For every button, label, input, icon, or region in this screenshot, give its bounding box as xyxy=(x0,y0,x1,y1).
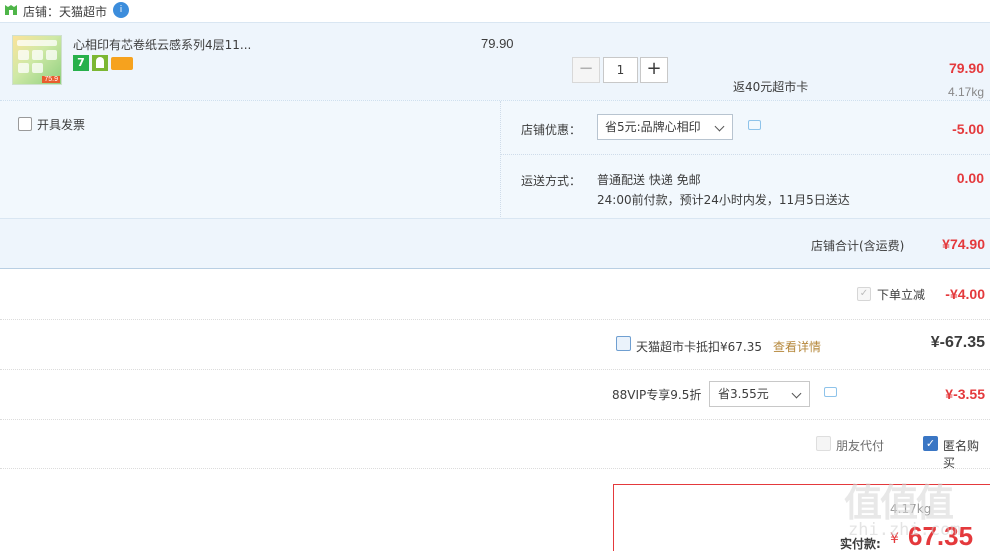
shop-discount-amount: -5.00 xyxy=(952,121,984,137)
friend-pay-label[interactable]: 朋友代付 xyxy=(836,437,884,454)
product-title-link[interactable]: 心相印有芯卷纸云感系列4层11... xyxy=(73,36,251,53)
shipping-fee: 0.00 xyxy=(956,170,984,186)
product-thumbnail[interactable]: 75.9 xyxy=(12,35,62,85)
instant-discount-amount: -¥4.00 xyxy=(945,286,985,302)
unit-price: 79.90 xyxy=(481,36,514,51)
promo-note: 返40元超市卡 xyxy=(733,80,809,94)
view-details-link[interactable]: 查看详情 xyxy=(773,338,821,355)
shop-discount-label: 店铺优惠： xyxy=(521,123,582,137)
quantity-decrease-button[interactable]: − xyxy=(572,57,600,83)
options-divider xyxy=(500,101,501,219)
cart-item-row: 75.9 心相印有芯卷纸云感系列4层11... 7 79.90 − 1 + 返4… xyxy=(0,22,990,100)
supermarket-card-checkbox[interactable] xyxy=(616,336,631,351)
shop-discount-select[interactable]: 省5元:品牌心相印 xyxy=(597,114,733,140)
invoice-checkbox[interactable] xyxy=(18,117,32,131)
shop-subtotal-row: 店铺合计(含运费) ¥74.90 xyxy=(0,218,990,269)
shipping-method-label: 运送方式： xyxy=(521,174,582,188)
instant-discount-checkbox[interactable]: ✓ xyxy=(857,287,871,301)
shipping-method: 普通配送 快递 免邮 xyxy=(597,173,701,187)
supermarket-card-label[interactable]: 天猫超市卡抵扣¥67.35 xyxy=(636,338,762,355)
invoice-label[interactable]: 开具发票 xyxy=(37,116,85,133)
vip-discount-select[interactable]: 省3.55元 xyxy=(709,381,810,407)
vip-discount-label: 88VIP专享9.5折 xyxy=(612,388,702,402)
friend-pay-checkbox[interactable] xyxy=(816,436,831,451)
chevron-down-icon xyxy=(791,388,802,399)
total-weight: 4.17kg xyxy=(890,502,932,516)
shop-info-badge-icon[interactable]: i xyxy=(113,2,129,18)
shop-subtotal-amount: ¥74.90 xyxy=(942,236,985,252)
seven-day-return-icon[interactable]: 7 xyxy=(73,55,89,71)
thumbnail-price-badge: 75.9 xyxy=(42,76,60,83)
item-total-price: 79.90 xyxy=(948,60,984,76)
chat-icon[interactable] xyxy=(748,120,761,130)
item-weight: 4.17kg xyxy=(947,85,984,99)
supermarket-card-icon[interactable] xyxy=(111,57,133,70)
row-divider xyxy=(0,419,990,420)
shop-name[interactable]: 店铺：天猫超市 xyxy=(23,3,107,20)
vip-discount-amount: ¥-3.55 xyxy=(945,386,985,402)
android-icon[interactable] xyxy=(92,55,108,71)
anonymous-purchase-label[interactable]: 匿名购买 xyxy=(943,437,990,471)
order-options-block: 开具发票 店铺优惠： 省5元:品牌心相印 -5.00 运送方式： 普通配送 快递… xyxy=(0,100,990,219)
row-divider xyxy=(0,468,990,469)
supermarket-card-amount: ¥-67.35 xyxy=(930,334,985,351)
shop-header: 店铺：天猫超市 i xyxy=(0,0,990,22)
delivery-estimate: 24:00前付款，预计24小时内发，11月5日送达 xyxy=(597,193,850,207)
shop-store-icon xyxy=(5,5,17,15)
anonymous-purchase-checkbox[interactable]: ✓ xyxy=(923,436,938,451)
quantity-input[interactable]: 1 xyxy=(603,57,638,83)
payment-currency: ¥ xyxy=(890,531,899,547)
vip-discount-selected-value: 省3.55元 xyxy=(718,387,769,401)
shop-subtotal-label: 店铺合计(含运费) xyxy=(811,239,905,253)
shop-discount-selected-value: 省5元:品牌心相印 xyxy=(605,120,701,134)
options-separator xyxy=(500,154,990,155)
row-divider xyxy=(0,319,990,320)
chevron-down-icon xyxy=(714,121,725,132)
actual-payment-amount: 67.35 xyxy=(908,521,974,551)
quantity-increase-button[interactable]: + xyxy=(640,57,668,83)
row-divider xyxy=(0,369,990,370)
actual-payment-label: 实付款: xyxy=(840,537,881,551)
chat-icon[interactable] xyxy=(824,387,837,397)
product-service-tags: 7 xyxy=(73,55,133,71)
instant-discount-label: 下单立减 xyxy=(877,288,926,302)
